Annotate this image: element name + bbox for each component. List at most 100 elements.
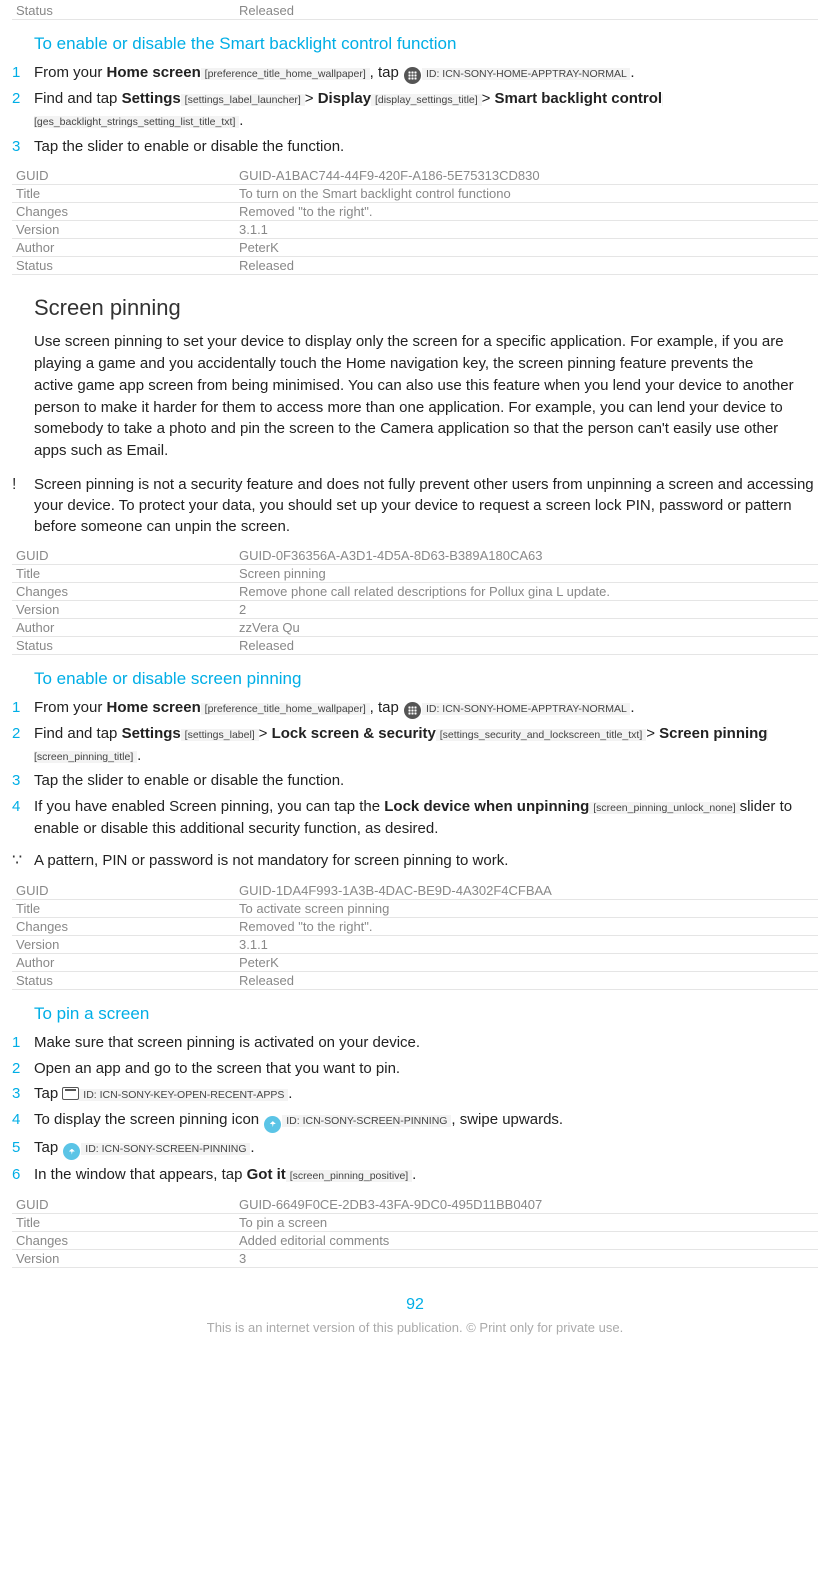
meta-val: Screen pinning [235, 564, 818, 582]
ref-tag: [screen_pinning_unlock_none] [589, 802, 739, 814]
meta-table-top: StatusReleased [12, 2, 818, 20]
meta-key: Version [12, 935, 235, 953]
ref-tag: [settings_security_and_lockscreen_title_… [436, 729, 646, 741]
section-heading-enable-pinning: To enable or disable screen pinning [34, 669, 818, 689]
meta-key: Author [12, 239, 235, 257]
steps-enable-pinning: From your Home screen [preference_title_… [12, 697, 818, 840]
meta-key: Status [12, 2, 235, 20]
warning-icon: ! [12, 474, 34, 537]
text: > [305, 90, 318, 107]
icon-id: ID: ICN-SONY-HOME-APPTRAY-NORMAL [422, 703, 630, 715]
text: To display the screen pinning icon [34, 1111, 263, 1128]
icon-id: ID: ICN-SONY-KEY-OPEN-RECENT-APPS [79, 1089, 288, 1101]
meta-val: Released [235, 636, 818, 654]
apptray-icon [404, 702, 421, 719]
step: Find and tap Settings [settings_label] >… [12, 723, 818, 767]
smart-backlight-label: Smart backlight control [495, 90, 663, 107]
screen-pinning-icon [63, 1143, 80, 1160]
step: To display the screen pinning icon ID: I… [12, 1109, 818, 1133]
meta-key: Author [12, 618, 235, 636]
text: , tap [370, 64, 403, 81]
section-heading-smart-backlight: To enable or disable the Smart backlight… [34, 34, 818, 54]
meta-val: Released [235, 2, 818, 20]
meta-key: Status [12, 257, 235, 275]
meta-val: GUID-1DA4F993-1A3B-4DAC-BE9D-4A302F4CFBA… [235, 882, 818, 900]
text: Tap [34, 1139, 62, 1156]
text: . [412, 1166, 416, 1183]
meta-key: Changes [12, 203, 235, 221]
meta-table-2: GUIDGUID-0F36356A-A3D1-4D5A-8D63-B389A18… [12, 547, 818, 655]
meta-key: GUID [12, 882, 235, 900]
got-it-label: Got it [247, 1166, 286, 1183]
meta-table-1: GUIDGUID-A1BAC744-44F9-420F-A186-5E75313… [12, 167, 818, 275]
text: Find and tap [34, 90, 122, 107]
meta-val: To activate screen pinning [235, 899, 818, 917]
text: . [239, 112, 243, 129]
screen-pinning-icon [264, 1116, 281, 1133]
tip-icon: ∵ [12, 850, 34, 872]
meta-val: PeterK [235, 953, 818, 971]
text: , swipe upwards. [451, 1111, 563, 1128]
meta-table-3: GUIDGUID-1DA4F993-1A3B-4DAC-BE9D-4A302F4… [12, 882, 818, 990]
note-text: Screen pinning is not a security feature… [34, 474, 818, 537]
step: If you have enabled Screen pinning, you … [12, 796, 818, 840]
icon-id: ID: ICN-SONY-SCREEN-PINNING [81, 1143, 250, 1155]
step: Tap ID: ICN-SONY-KEY-OPEN-RECENT-APPS . [12, 1083, 818, 1105]
meta-val: Remove phone call related descriptions f… [235, 582, 818, 600]
meta-val: GUID-0F36356A-A3D1-4D5A-8D63-B389A180CA6… [235, 547, 818, 565]
meta-table-4: GUIDGUID-6649F0CE-2DB3-43FA-9DC0-495D11B… [12, 1196, 818, 1268]
meta-key: Status [12, 971, 235, 989]
step: Tap the slider to enable or disable the … [12, 136, 818, 158]
text: If you have enabled Screen pinning, you … [34, 798, 384, 815]
meta-val: 3.1.1 [235, 935, 818, 953]
display-label: Display [318, 90, 371, 107]
meta-val: GUID-6649F0CE-2DB3-43FA-9DC0-495D11BB040… [235, 1196, 818, 1214]
text: . [630, 699, 634, 716]
meta-val: Removed "to the right". [235, 203, 818, 221]
note-text: A pattern, PIN or password is not mandat… [34, 850, 818, 872]
meta-key: Changes [12, 582, 235, 600]
ref-tag: [preference_title_home_wallpaper] [201, 68, 370, 80]
meta-key: Version [12, 600, 235, 618]
steps-pin-screen: Make sure that screen pinning is activat… [12, 1032, 818, 1186]
text: From your [34, 699, 107, 716]
meta-val: Added editorial comments [235, 1231, 818, 1249]
text: . [630, 64, 634, 81]
step: Tap ID: ICN-SONY-SCREEN-PINNING . [12, 1137, 818, 1161]
meta-key: Changes [12, 1231, 235, 1249]
meta-val: 3 [235, 1249, 818, 1267]
paragraph: Use screen pinning to set your device to… [34, 331, 796, 462]
text: In the window that appears, tap [34, 1166, 247, 1183]
step: Tap the slider to enable or disable the … [12, 770, 818, 792]
meta-val: PeterK [235, 239, 818, 257]
page-number: 92 [12, 1296, 818, 1314]
step: In the window that appears, tap Got it [… [12, 1164, 818, 1186]
screen-pinning-label: Screen pinning [659, 725, 767, 742]
text: . [250, 1139, 254, 1156]
meta-key: GUID [12, 167, 235, 185]
settings-label: Settings [122, 90, 181, 107]
step: Find and tap Settings [settings_label_la… [12, 88, 818, 132]
text: From your [34, 64, 107, 81]
meta-val: 2 [235, 600, 818, 618]
meta-val: To turn on the Smart backlight control f… [235, 185, 818, 203]
step: Make sure that screen pinning is activat… [12, 1032, 818, 1054]
text: > [259, 725, 272, 742]
meta-key: GUID [12, 1196, 235, 1214]
ref-tag: [settings_label] [181, 729, 259, 741]
apptray-icon [404, 67, 421, 84]
recent-apps-icon [62, 1087, 79, 1100]
meta-key: Title [12, 1213, 235, 1231]
text: > [646, 725, 659, 742]
ref-tag: [preference_title_home_wallpaper] [201, 703, 370, 715]
text: . [137, 747, 141, 764]
meta-key: Title [12, 564, 235, 582]
text: > [482, 90, 495, 107]
meta-key: Version [12, 1249, 235, 1267]
meta-key: Author [12, 953, 235, 971]
lock-security-label: Lock screen & security [272, 725, 436, 742]
meta-key: Changes [12, 917, 235, 935]
text: , tap [370, 699, 403, 716]
step: From your Home screen [preference_title_… [12, 697, 818, 719]
lock-when-unpin-label: Lock device when unpinning [384, 798, 589, 815]
